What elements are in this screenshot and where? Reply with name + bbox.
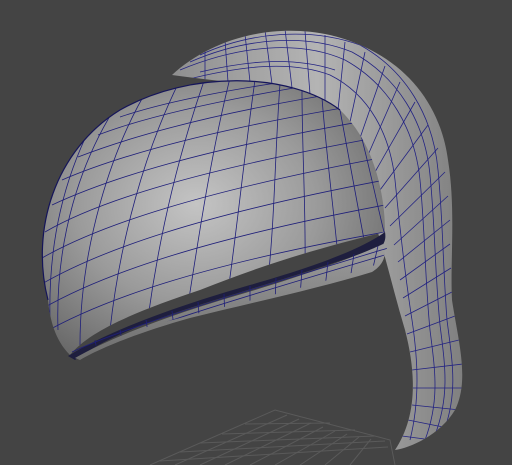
maya-3d-viewport[interactable] — [0, 0, 512, 465]
floor-grid — [149, 409, 396, 465]
hair-cap-surface[interactable] — [40, 78, 386, 356]
